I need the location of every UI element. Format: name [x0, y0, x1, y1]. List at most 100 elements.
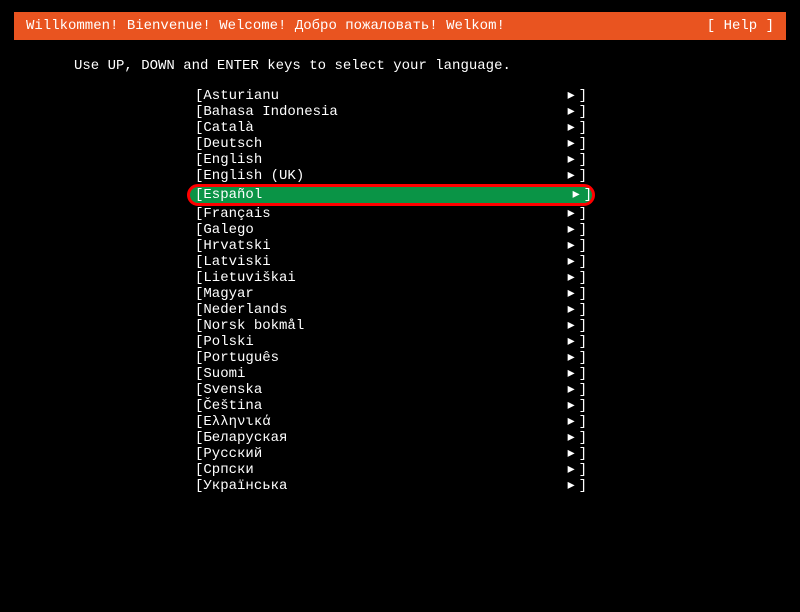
language-item[interactable]: [ Português▸ ]	[195, 350, 587, 366]
language-item[interactable]: [ Српски▸ ]	[195, 462, 587, 478]
language-name: Čeština	[203, 398, 567, 414]
language-name: Polski	[203, 334, 567, 350]
bracket-left: [	[195, 222, 203, 238]
bracket-right: ]	[579, 168, 587, 184]
language-name: Српски	[203, 462, 567, 478]
language-item[interactable]: [ English▸ ]	[195, 152, 587, 168]
language-item[interactable]: [ Українська▸ ]	[195, 478, 587, 494]
bracket-left: [	[195, 120, 203, 136]
language-name: Español	[203, 187, 572, 203]
language-item[interactable]: [ Svenska▸ ]	[195, 382, 587, 398]
bracket-right: ]	[579, 222, 587, 238]
language-name: Hrvatski	[203, 238, 567, 254]
bracket-right: ]	[579, 254, 587, 270]
language-name: Беларуская	[203, 430, 567, 446]
chevron-right-icon: ▸	[568, 222, 579, 238]
language-item[interactable]: [ Ελληνικά▸ ]	[195, 414, 587, 430]
bracket-right: ]	[579, 270, 587, 286]
language-item[interactable]: [ Norsk bokmål▸ ]	[195, 318, 587, 334]
language-item[interactable]: [ Lietuviškai▸ ]	[195, 270, 587, 286]
bracket-left: [	[195, 446, 203, 462]
bracket-left: [	[195, 478, 203, 494]
bracket-right: ]	[579, 302, 587, 318]
language-name: English	[203, 152, 567, 168]
language-name: Català	[203, 120, 567, 136]
bracket-right: ]	[579, 286, 587, 302]
chevron-right-icon: ▸	[568, 446, 579, 462]
language-item[interactable]: [ Français▸ ]	[195, 206, 587, 222]
bracket-right: ]	[579, 334, 587, 350]
help-button[interactable]: [ Help ]	[707, 18, 774, 34]
bracket-right: ]	[579, 206, 587, 222]
bracket-right: ]	[579, 350, 587, 366]
language-name: Ελληνικά	[203, 414, 567, 430]
chevron-right-icon: ▸	[568, 88, 579, 104]
bracket-left: [	[195, 462, 203, 478]
chevron-right-icon: ▸	[568, 270, 579, 286]
language-item[interactable]: [ Deutsch▸ ]	[195, 136, 587, 152]
language-item[interactable]: [ Español▸ ]	[187, 184, 595, 206]
language-item[interactable]: [ Bahasa Indonesia▸ ]	[195, 104, 587, 120]
language-item[interactable]: [ Suomi▸ ]	[195, 366, 587, 382]
language-name: Lietuviškai	[203, 270, 567, 286]
chevron-right-icon: ▸	[568, 462, 579, 478]
bracket-right: ]	[579, 238, 587, 254]
bracket-left: [	[195, 382, 203, 398]
chevron-right-icon: ▸	[568, 382, 579, 398]
bracket-left: [	[195, 430, 203, 446]
chevron-right-icon: ▸	[568, 238, 579, 254]
language-name: Latviski	[203, 254, 567, 270]
language-item[interactable]: [ Nederlands▸ ]	[195, 302, 587, 318]
language-name: Bahasa Indonesia	[203, 104, 567, 120]
language-name: Magyar	[203, 286, 567, 302]
bracket-right: ]	[579, 478, 587, 494]
bracket-right: ]	[579, 88, 587, 104]
chevron-right-icon: ▸	[568, 398, 579, 414]
chevron-right-icon: ▸	[568, 430, 579, 446]
chevron-right-icon: ▸	[568, 136, 579, 152]
language-item[interactable]: [ English (UK)▸ ]	[195, 168, 587, 184]
bracket-left: [	[195, 366, 203, 382]
language-item[interactable]: [ Galego▸ ]	[195, 222, 587, 238]
language-name: Suomi	[203, 366, 567, 382]
language-list: [ Asturianu▸ ][ Bahasa Indonesia▸ ][ Cat…	[0, 88, 800, 494]
language-item[interactable]: [ Magyar▸ ]	[195, 286, 587, 302]
language-name: Français	[203, 206, 567, 222]
bracket-left: [	[195, 168, 203, 184]
language-name: Русский	[203, 446, 567, 462]
bracket-right: ]	[579, 104, 587, 120]
language-item[interactable]: [ Hrvatski▸ ]	[195, 238, 587, 254]
language-item[interactable]: [ Беларуская▸ ]	[195, 430, 587, 446]
chevron-right-icon: ▸	[568, 414, 579, 430]
bracket-left: [	[195, 88, 203, 104]
bracket-right: ]	[579, 430, 587, 446]
language-item[interactable]: [ Latviski▸ ]	[195, 254, 587, 270]
chevron-right-icon: ▸	[568, 302, 579, 318]
chevron-right-icon: ▸	[568, 206, 579, 222]
bracket-right: ]	[579, 382, 587, 398]
chevron-right-icon: ▸	[568, 334, 579, 350]
language-name: Norsk bokmål	[203, 318, 567, 334]
bracket-left: [	[195, 302, 203, 318]
language-name: English (UK)	[203, 168, 567, 184]
language-item[interactable]: [ Asturianu▸ ]	[195, 88, 587, 104]
chevron-right-icon: ▸	[568, 286, 579, 302]
language-item[interactable]: [ Polski▸ ]	[195, 334, 587, 350]
chevron-right-icon: ▸	[568, 350, 579, 366]
bracket-left: [	[195, 104, 203, 120]
language-item[interactable]: [ Čeština▸ ]	[195, 398, 587, 414]
language-name: Svenska	[203, 382, 567, 398]
bracket-left: [	[195, 238, 203, 254]
header-title: Willkommen! Bienvenue! Welcome! Добро по…	[26, 18, 505, 34]
bracket-left: [	[195, 254, 203, 270]
chevron-right-icon: ▸	[568, 104, 579, 120]
language-item[interactable]: [ Català▸ ]	[195, 120, 587, 136]
instruction-text: Use UP, DOWN and ENTER keys to select yo…	[0, 40, 800, 88]
language-item[interactable]: [ Русский▸ ]	[195, 446, 587, 462]
chevron-right-icon: ▸	[568, 152, 579, 168]
language-name: Asturianu	[203, 88, 567, 104]
chevron-right-icon: ▸	[568, 478, 579, 494]
bracket-right: ]	[579, 398, 587, 414]
bracket-right: ]	[579, 152, 587, 168]
language-name: Galego	[203, 222, 567, 238]
